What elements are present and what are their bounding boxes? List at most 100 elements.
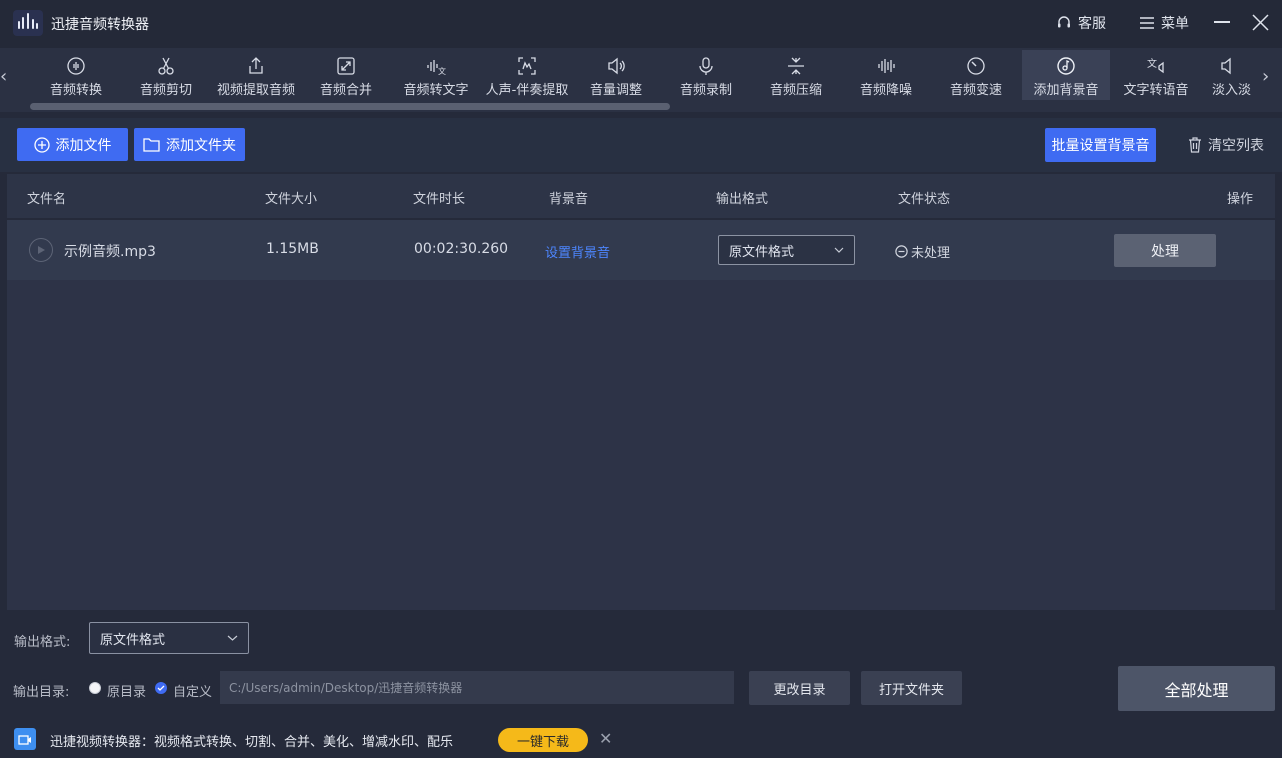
tool-label: 添加背景音 [1033,83,1099,98]
open-folder-button[interactable]: 打开文件夹 [861,671,962,705]
output-path-field[interactable] [220,671,734,704]
headset-icon [1058,16,1070,28]
tool-text-to-speech[interactable]: 文 文字转语音 [1113,50,1199,100]
minimize-icon[interactable] [1214,21,1230,23]
text-to-speech-icon: 文 [1147,57,1164,74]
output-format-value: 原文件格式 [100,632,166,648]
tool-label: 音频合并 [319,83,372,98]
tool-label: 音频剪切 [139,83,192,98]
header-duration: 文件时长 [413,192,466,207]
tool-label: 淡入淡 [1212,83,1252,98]
speech-to-text-icon: 文 [427,60,446,76]
table-row [7,220,1275,280]
tool-label: 音量调整 [589,83,642,98]
promo-text: 迅捷视频转换器：视频格式转换、切割、合并、美化、增减水印、配乐 [50,735,454,750]
add-folder-button[interactable]: 添加文件夹 [134,128,245,161]
customer-service-button[interactable]: 客服 [1056,13,1106,33]
volume-icon [608,57,625,75]
tool-audio-compress[interactable]: 音频压缩 [753,50,839,100]
file-status-label: 未处理 [911,246,951,261]
trash-icon [1189,137,1201,153]
toolbar-scrollbar[interactable] [30,103,670,110]
header-filename: 文件名 [27,192,67,207]
chevron-down-icon [834,247,844,253]
process-button[interactable]: 处理 [1114,234,1216,267]
menu-label: 菜单 [1161,16,1189,32]
check-icon [157,685,165,691]
speed-icon [967,57,985,75]
tool-audio-record[interactable]: 音频录制 [663,50,749,100]
tool-add-bg-music[interactable]: 添加背景音 [1022,50,1110,100]
tool-label: 音频变速 [949,83,1002,98]
file-list-area [7,280,1275,610]
tool-audio-convert[interactable]: 音频转换 [33,50,119,100]
close-promo-icon[interactable]: ✕ [599,729,612,748]
download-button[interactable]: 一键下载 [498,728,588,752]
plus-circle-icon [33,136,50,153]
tool-label: 音频降噪 [859,83,912,98]
tool-audio-cut[interactable]: 音频剪切 [123,50,209,100]
tool-audio-merge[interactable]: 音频合并 [303,50,389,100]
add-file-button[interactable]: 添加文件 [17,128,128,161]
svg-text:文: 文 [1147,57,1157,70]
radio-custom-label: 自定义 [173,685,213,700]
tool-audio-speed[interactable]: 音频变速 [933,50,1019,100]
voice-separate-icon [518,57,536,75]
file-name: 示例音频.mp3 [64,244,156,260]
svg-text:文: 文 [438,66,446,76]
upload-icon [249,57,263,74]
radio-original-label: 原目录 [107,685,147,700]
tool-volume-adjust[interactable]: 音量调整 [573,50,659,100]
tool-noise-reduce[interactable]: 音频降噪 [843,50,929,100]
tool-label: 音频转文字 [403,83,469,98]
microphone-icon [699,57,713,75]
scissors-icon [158,57,174,75]
add-file-label: 添加文件 [55,137,112,154]
file-status: 未处理 [895,242,950,261]
noise-reduce-icon [878,59,895,73]
tool-fade[interactable]: 淡入淡 [1205,50,1255,100]
output-format-label: 输出格式: [14,635,71,650]
change-dir-button[interactable]: 更改目录 [749,671,850,705]
folder-icon [143,138,160,152]
process-all-button[interactable]: 全部处理 [1118,666,1275,711]
tool-label: 音频压缩 [769,83,822,98]
header-bg-music: 背景音 [549,192,589,207]
header-output-format: 输出格式 [716,192,769,207]
close-icon[interactable] [1252,14,1269,31]
fade-icon [1221,57,1231,75]
tool-label: 音频转换 [49,83,102,98]
output-format-select[interactable]: 原文件格式 [89,622,249,654]
tool-label: 音频录制 [679,83,732,98]
file-duration: 00:02:30.260 [414,241,509,257]
app-logo-icon [13,10,43,36]
tool-label: 人声-伴奏提取 [485,83,569,98]
chevron-down-icon [227,635,238,641]
minus-circle-icon [895,245,908,258]
row-output-format-select[interactable]: 原文件格式 [718,235,855,265]
row-output-format-value: 原文件格式 [729,244,795,260]
clear-list-label: 清空列表 [1208,138,1264,154]
tool-audio-to-text[interactable]: 文 音频转文字 [393,50,479,100]
music-disc-icon [1057,57,1075,75]
app-title: 迅捷音频转换器 [51,17,149,33]
clear-list-button[interactable]: 清空列表 [1188,135,1264,155]
output-dir-label: 输出目录: [13,685,70,700]
radio-custom-dir[interactable] [155,682,167,694]
file-size: 1.15MB [266,241,319,257]
hamburger-icon [1140,17,1154,29]
tool-video-extract-audio[interactable]: 视频提取音频 [212,50,300,100]
video-converter-logo-icon [14,728,36,750]
tool-label: 视频提取音频 [216,83,295,98]
header-operation: 操作 [1227,192,1254,207]
tool-vocal-separate[interactable]: 人声-伴奏提取 [480,50,574,100]
customer-service-label: 客服 [1078,16,1106,32]
play-icon[interactable] [29,238,53,262]
set-bg-music-link[interactable]: 设置背景音 [545,242,610,261]
batch-bg-music-button[interactable]: 批量设置背景音 [1045,128,1156,162]
menu-button[interactable]: 菜单 [1139,13,1189,33]
radio-original-dir[interactable] [89,682,101,694]
compress-icon [788,57,804,75]
table-header [7,174,1275,218]
merge-icon [337,57,355,75]
